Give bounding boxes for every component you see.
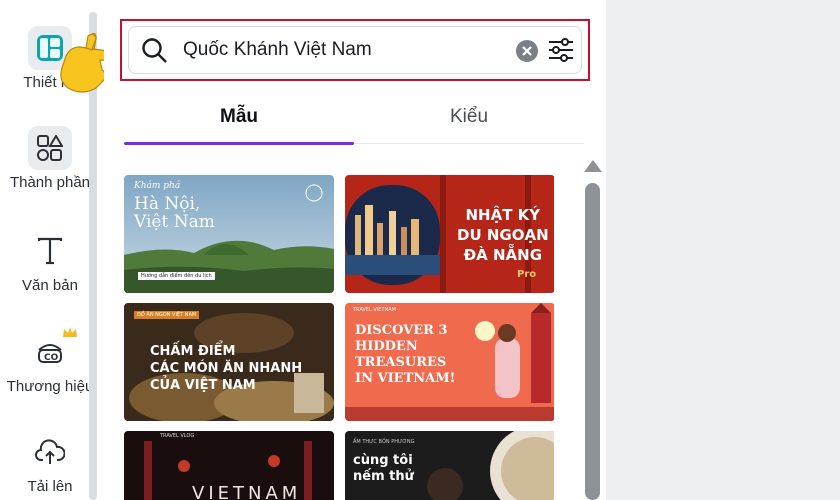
- search-bar[interactable]: [128, 26, 582, 74]
- template-grid: Khám phá Hà Nội, Việt Nam Hướng dẫn điểm…: [124, 175, 554, 500]
- template-card[interactable]: ĐỒ ĂN NGON VIỆT NAM CHẤM ĐIỂM CÁC MÓN ĂN…: [124, 303, 334, 421]
- template-card[interactable]: Khám phá Hà Nội, Việt Nam Hướng dẫn điểm…: [124, 175, 334, 293]
- text-icon: [28, 229, 72, 273]
- pro-badge: Pro: [517, 269, 537, 280]
- svg-text:CO: CO: [44, 353, 59, 363]
- search-highlight: [120, 19, 590, 81]
- elements-icon: [28, 126, 72, 170]
- template-card[interactable]: NHẬT KÝ DU NGOẠN ĐÀ NẴNG Pro: [345, 175, 554, 293]
- sidebar-item-label: Tải lên: [27, 478, 73, 495]
- scroll-up-arrow[interactable]: [584, 160, 602, 172]
- sidebar-item-text[interactable]: Văn bản: [0, 229, 100, 294]
- sidebar-item-label: Thành phần: [9, 174, 91, 191]
- template-card[interactable]: ẨM THỰC BỐN PHƯƠNG cùng tôi nếm thử: [345, 431, 554, 500]
- clear-icon[interactable]: [516, 40, 538, 62]
- templates-panel: Mẫu Kiểu Khám phá Hà Nội, Việt Nam Hướng…: [104, 0, 606, 500]
- canvas-area[interactable]: [606, 0, 840, 500]
- sidebar-item-elements[interactable]: Thành phần: [0, 126, 100, 191]
- tab-divider: [354, 143, 584, 144]
- tab-styles[interactable]: Kiểu: [354, 100, 584, 146]
- active-tab-indicator: [124, 142, 354, 145]
- sidebar-item-label: Thương hiệu: [6, 378, 94, 395]
- search-icon: [142, 38, 167, 63]
- sidebar-item-upload[interactable]: Tải lên: [0, 430, 100, 495]
- scrollbar-thumb[interactable]: [585, 183, 600, 500]
- brand-icon: CO: [28, 327, 77, 374]
- search-input[interactable]: [183, 39, 483, 61]
- template-card[interactable]: TRAVEL VLOG VIETNAM: [124, 431, 334, 500]
- sidebar-item-label: Văn bản: [22, 277, 78, 294]
- tab-bar: Mẫu Kiểu: [124, 100, 584, 148]
- filter-icon[interactable]: [547, 36, 575, 64]
- upload-icon: [28, 430, 72, 474]
- template-card[interactable]: TRAVEL VIETNAM DISCOVER 3 HIDDEN TREASUR…: [345, 303, 554, 421]
- crown-icon: [63, 327, 77, 337]
- tab-templates[interactable]: Mẫu: [124, 100, 354, 146]
- sidebar-item-brand[interactable]: CO Thương hiệu: [0, 327, 100, 395]
